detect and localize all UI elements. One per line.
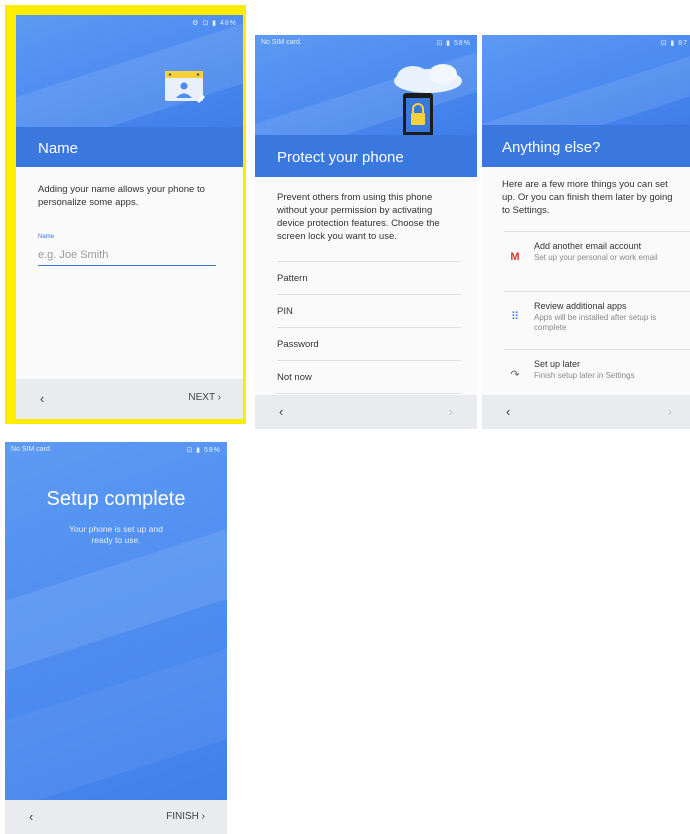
status-bar: ⊡ ▮ 87 <box>482 35 690 53</box>
add-email-account-item[interactable]: M Add another email account Set up your … <box>504 231 690 282</box>
carrier-label: No SIM card. <box>11 446 52 453</box>
review-apps-item[interactable]: ⠿ Review additional apps Apps will be in… <box>504 291 690 342</box>
item-subtitle: Finish setup later in Settings <box>534 371 635 380</box>
carrier-label: No SIM card. <box>261 39 302 46</box>
item-title: Set up later <box>534 359 581 369</box>
page-title: Protect your phone <box>277 149 404 166</box>
page-title: Anything else? <box>502 139 601 156</box>
apps-grid-icon: ⠿ <box>510 311 520 323</box>
navigation-bar: ‹ › <box>482 395 690 429</box>
back-button[interactable]: ‹ <box>506 404 510 419</box>
item-title: Add another email account <box>534 241 642 251</box>
next-button[interactable]: › <box>449 404 453 419</box>
option-label: Not now <box>277 372 312 383</box>
option-pattern[interactable]: Pattern <box>277 261 461 294</box>
status-bar: ⚙ ⊡ ▮ 48% <box>16 15 243 33</box>
navigation-bar: ‹ FINISH › <box>5 800 227 834</box>
name-field-label: Name <box>38 234 55 240</box>
page-title: Name <box>38 140 79 157</box>
status-icons: ⊡ ▮ 58% <box>436 40 471 47</box>
contact-card-icon <box>165 71 205 103</box>
item-title: Review additional apps <box>534 301 627 311</box>
navigation-bar: ‹ › <box>255 395 477 429</box>
gmail-icon: M <box>510 251 520 263</box>
finish-button[interactable]: FINISH › <box>166 811 205 822</box>
status-bar: No SIM card. ⊡ ▮ 58% <box>255 35 477 53</box>
status-icons: ⊡ ▮ 58% <box>186 447 221 454</box>
page-title: Setup complete <box>46 488 186 510</box>
option-pin[interactable]: PIN <box>277 294 461 327</box>
description: Prevent others from using this phone wit… <box>277 192 440 242</box>
title-bar: Protect your phone <box>255 135 477 177</box>
status-bar: No SIM card. ⊡ ▮ 58% <box>5 442 227 460</box>
back-button[interactable]: ‹ <box>40 391 44 406</box>
later-icon: ↷ <box>510 369 520 381</box>
next-button[interactable]: NEXT › <box>188 392 221 403</box>
option-not-now[interactable]: Not now <box>277 360 461 394</box>
option-label: PIN <box>277 306 293 317</box>
page-subtitle: Your phone is set up and ready to use. <box>69 524 163 545</box>
next-button[interactable]: › <box>668 404 672 419</box>
lock-phone-icon <box>394 64 462 139</box>
name-input[interactable] <box>38 245 216 266</box>
back-button[interactable]: ‹ <box>279 404 283 419</box>
protect-screen: No SIM card. ⊡ ▮ 58% Protect your phone … <box>255 35 477 429</box>
navigation-bar: ‹ NEXT › <box>16 379 243 419</box>
description: Here are a few more things you can set u… <box>502 179 673 216</box>
option-password[interactable]: Password <box>277 327 461 360</box>
title-bar: Name <box>16 127 243 167</box>
option-label: Pattern <box>277 273 308 284</box>
item-subtitle: Set up your personal or work email <box>534 253 658 262</box>
title-bar: Anything else? <box>482 125 690 167</box>
name-screen: ⚙ ⊡ ▮ 48% Name Adding your name allows y… <box>16 15 243 419</box>
setup-later-item[interactable]: ↷ Set up later Finish setup later in Set… <box>504 349 690 400</box>
option-label: Password <box>277 339 319 350</box>
item-subtitle: Apps will be installed after setup is co… <box>534 313 657 332</box>
setup-complete-screen: No SIM card. ⊡ ▮ 58% Setup complete Your… <box>5 442 227 834</box>
anything-else-screen: ⊡ ▮ 87 Anything else? Here are a few mor… <box>482 35 690 429</box>
status-icons: ⚙ ⊡ ▮ 48% <box>192 20 237 27</box>
status-icons: ⊡ ▮ 87 <box>660 40 688 47</box>
back-button[interactable]: ‹ <box>29 809 33 824</box>
description: Adding your name allows your phone to pe… <box>38 184 205 208</box>
